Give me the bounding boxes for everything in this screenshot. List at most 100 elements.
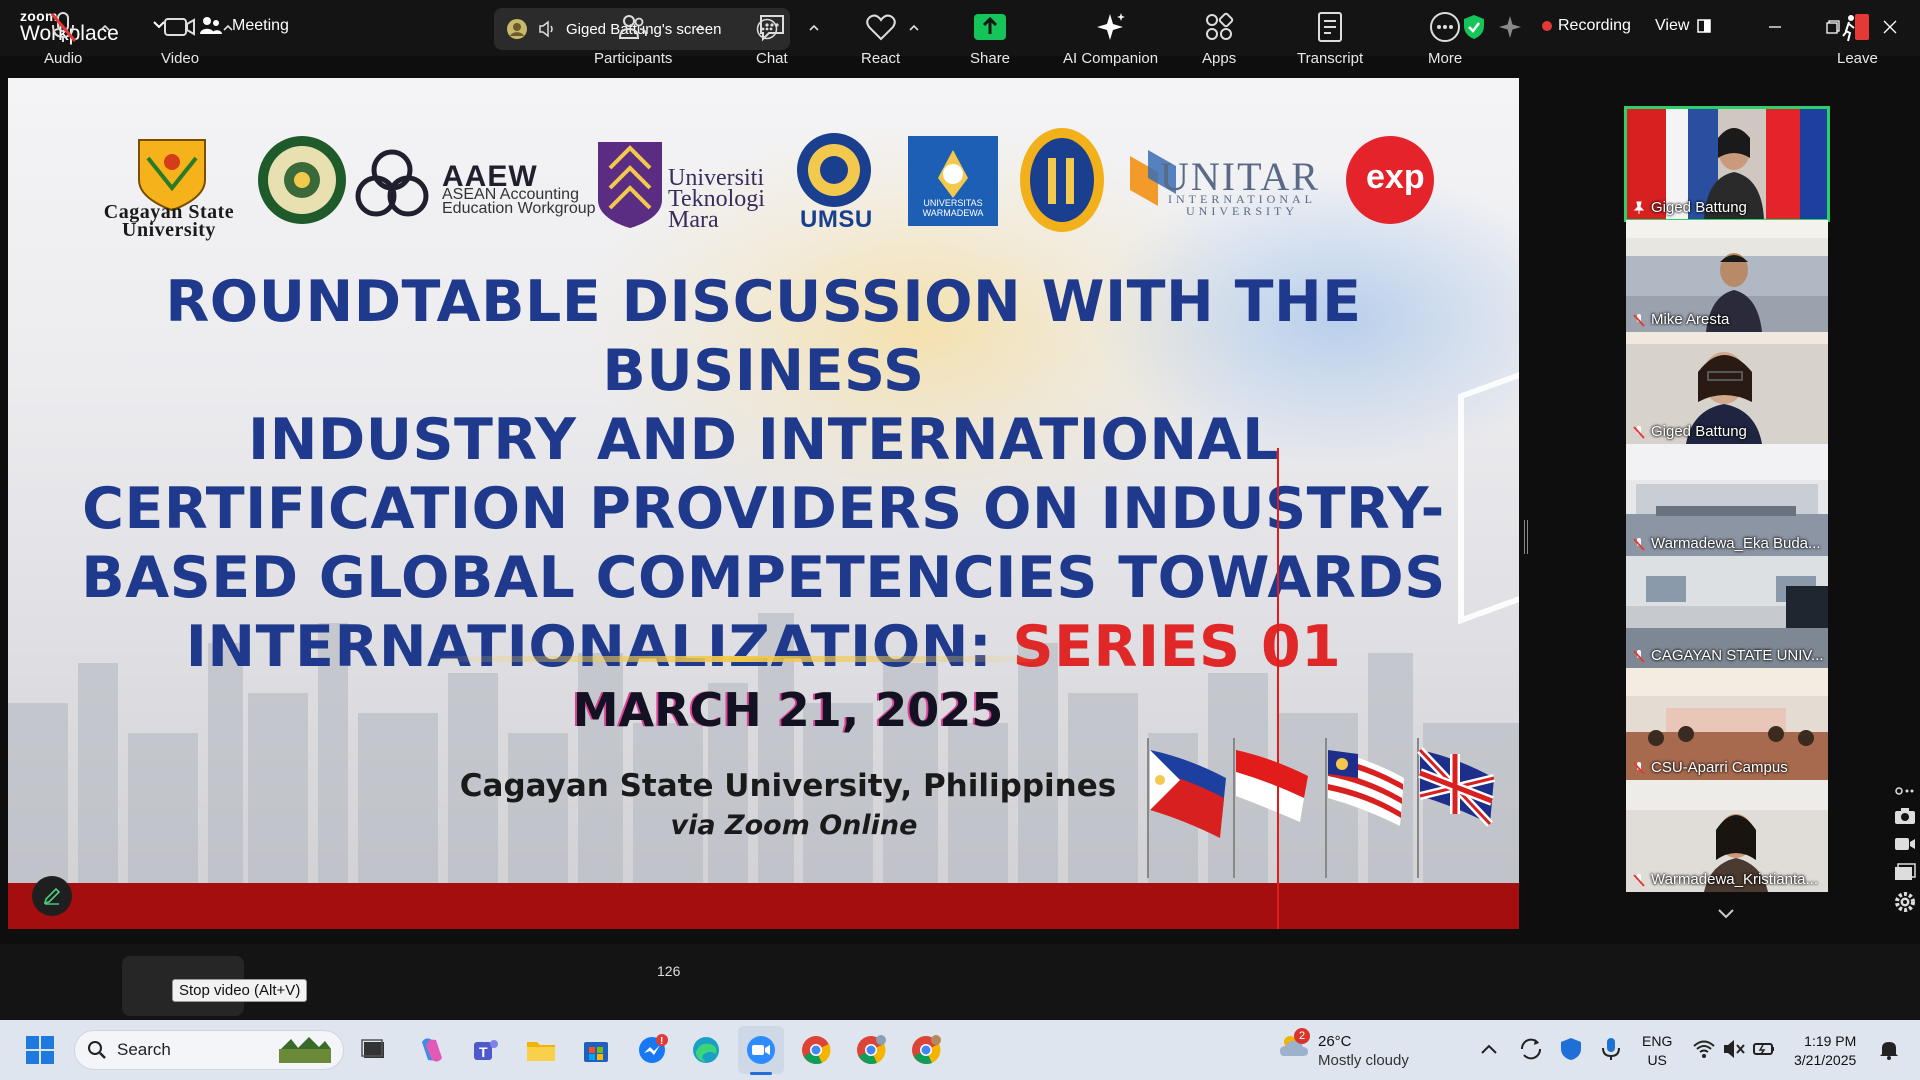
- leave-button[interactable]: Leave: [1837, 10, 1878, 67]
- participant-name-text: CAGAYAN STATE UNIV...: [1651, 647, 1824, 664]
- recording-indicator[interactable]: Recording: [1542, 17, 1631, 35]
- gear-icon[interactable]: [1893, 890, 1917, 914]
- apps-button[interactable]: Apps: [1202, 10, 1236, 67]
- svg-text:T: T: [479, 1044, 488, 1060]
- minimize-button[interactable]: [1760, 12, 1790, 42]
- transcript-icon: [1318, 12, 1343, 42]
- participant-name: Giged Battung: [1632, 199, 1747, 216]
- system-clock[interactable]: 1:19 PM 3/21/2025: [1794, 1032, 1856, 1070]
- video-icon[interactable]: [1893, 834, 1917, 854]
- clock-time: 1:19 PM: [1804, 1033, 1857, 1049]
- ai-sparkle-icon[interactable]: [1498, 14, 1522, 40]
- react-button[interactable]: React: [861, 10, 900, 67]
- view-label: View: [1655, 17, 1690, 34]
- messenger-icon[interactable]: !: [636, 1034, 668, 1066]
- chevron-up-icon[interactable]: [694, 22, 706, 34]
- participant-name-text: Mike Aresta: [1651, 311, 1730, 328]
- share-screen-icon: [974, 14, 1007, 40]
- video-tile[interactable]: CAGAYAN STATE UNIV...: [1626, 556, 1828, 668]
- chrome-icon[interactable]: [800, 1034, 832, 1066]
- apps-icon: [1206, 12, 1234, 40]
- view-layout-icon: [1697, 19, 1712, 33]
- task-view-icon[interactable]: [358, 1034, 390, 1066]
- video-tile[interactable]: Warmadewa_Eka Buda...: [1626, 444, 1828, 556]
- participant-count: 126: [657, 963, 681, 979]
- shared-screen[interactable]: Cagayan State University AAEW ASEAN Acco…: [8, 78, 1519, 929]
- store-icon[interactable]: [580, 1034, 612, 1066]
- file-explorer-icon[interactable]: [525, 1034, 557, 1066]
- view-button[interactable]: View: [1655, 17, 1712, 35]
- sync-icon[interactable]: [1518, 1036, 1544, 1062]
- video-tile[interactable]: Warmadewa_Kristianta...: [1626, 780, 1828, 892]
- chevron-up-icon[interactable]: [808, 22, 820, 34]
- annotation-line: [1277, 448, 1279, 929]
- video-tile[interactable]: Mike Aresta: [1626, 220, 1828, 332]
- language-indicator[interactable]: ENG US: [1642, 1032, 1672, 1070]
- minimize-icon: [1769, 26, 1781, 28]
- participant-name: Warmadewa_Kristianta...: [1632, 871, 1818, 888]
- audio-button[interactable]: Audio: [44, 10, 82, 67]
- more-button[interactable]: More: [1428, 10, 1462, 67]
- video-tile[interactable]: Giged Battung: [1626, 332, 1828, 444]
- chevron-up-icon[interactable]: [222, 22, 234, 34]
- video-tile[interactable]: Giged Battung: [1624, 106, 1830, 222]
- security-shield-icon[interactable]: [1462, 14, 1486, 40]
- wifi-icon[interactable]: [1692, 1037, 1716, 1061]
- close-icon: [1883, 20, 1897, 34]
- chevron-up-icon[interactable]: [1477, 1038, 1501, 1062]
- volume-muted-icon[interactable]: [1722, 1037, 1746, 1061]
- camera-icon[interactable]: [1893, 806, 1917, 826]
- mic-muted-icon: [1633, 761, 1645, 775]
- close-button[interactable]: [1875, 12, 1905, 42]
- chat-button[interactable]: Chat: [756, 10, 788, 67]
- panel-resize-handle[interactable]: [1524, 520, 1528, 554]
- participant-name: Mike Aresta: [1632, 311, 1729, 328]
- search-placeholder: Search: [117, 1040, 171, 1059]
- link-icon[interactable]: [1893, 784, 1917, 798]
- svg-text:!: !: [660, 1036, 663, 1047]
- chevron-up-icon[interactable]: [908, 22, 920, 34]
- flags-group: [1147, 738, 1495, 878]
- notification-bell-icon[interactable]: [1878, 1038, 1900, 1060]
- weather-temp: 26°C: [1318, 1033, 1352, 1050]
- audio-label: Audio: [44, 50, 83, 67]
- windows-start-icon[interactable]: [24, 1034, 56, 1066]
- zoom-active-indicator: [750, 1072, 772, 1075]
- video-label: Video: [161, 50, 200, 67]
- chrome-profile-icon[interactable]: [855, 1034, 887, 1066]
- malaysia-flag: [1325, 738, 1404, 878]
- philippines-flag: [1147, 738, 1226, 878]
- meeting-people-icon: [200, 17, 222, 34]
- edge-icon[interactable]: [690, 1034, 722, 1066]
- mic-muted-icon: [51, 12, 77, 42]
- presenter-avatar-icon: [507, 19, 527, 39]
- ai-companion-button[interactable]: AI Companion: [1063, 10, 1158, 67]
- participants-label: Participants: [594, 50, 673, 67]
- participant-strip: Giged Battung Mike Aresta Giged Battung …: [1624, 106, 1830, 892]
- video-tile[interactable]: CSU-Aparri Campus: [1626, 668, 1828, 780]
- share-button[interactable]: Share: [970, 10, 1010, 67]
- taskbar-search[interactable]: Search: [74, 1030, 344, 1070]
- meeting-tab[interactable]: Meeting: [200, 16, 289, 36]
- windows-taskbar: Search T ! 2 26°C Mostly cloudy ENG US 1…: [0, 1020, 1920, 1080]
- weather-widget[interactable]: 26°C Mostly cloudy: [1318, 1032, 1409, 1070]
- participants-button[interactable]: Participants: [594, 10, 672, 67]
- video-button[interactable]: Video: [161, 10, 199, 67]
- copilot-icon[interactable]: [416, 1034, 448, 1066]
- window-icon[interactable]: [1893, 862, 1917, 882]
- teams-icon[interactable]: T: [470, 1034, 502, 1066]
- zoom-app-icon[interactable]: [745, 1034, 777, 1066]
- mic-muted-icon: [1633, 313, 1645, 327]
- transcript-button[interactable]: Transcript: [1297, 10, 1363, 67]
- chevron-down-icon[interactable]: [1714, 906, 1738, 922]
- leave-icon: [1842, 14, 1870, 42]
- participant-name: Giged Battung: [1632, 423, 1747, 440]
- defender-icon[interactable]: [1558, 1036, 1584, 1062]
- microphone-icon[interactable]: [1598, 1036, 1624, 1062]
- react-label: React: [861, 50, 901, 67]
- annotate-button[interactable]: [32, 876, 72, 916]
- chrome-profile-2-icon[interactable]: [910, 1034, 942, 1066]
- chat-label: Chat: [756, 50, 788, 67]
- chevron-up-icon[interactable]: [99, 22, 111, 34]
- battery-icon[interactable]: [1752, 1037, 1776, 1061]
